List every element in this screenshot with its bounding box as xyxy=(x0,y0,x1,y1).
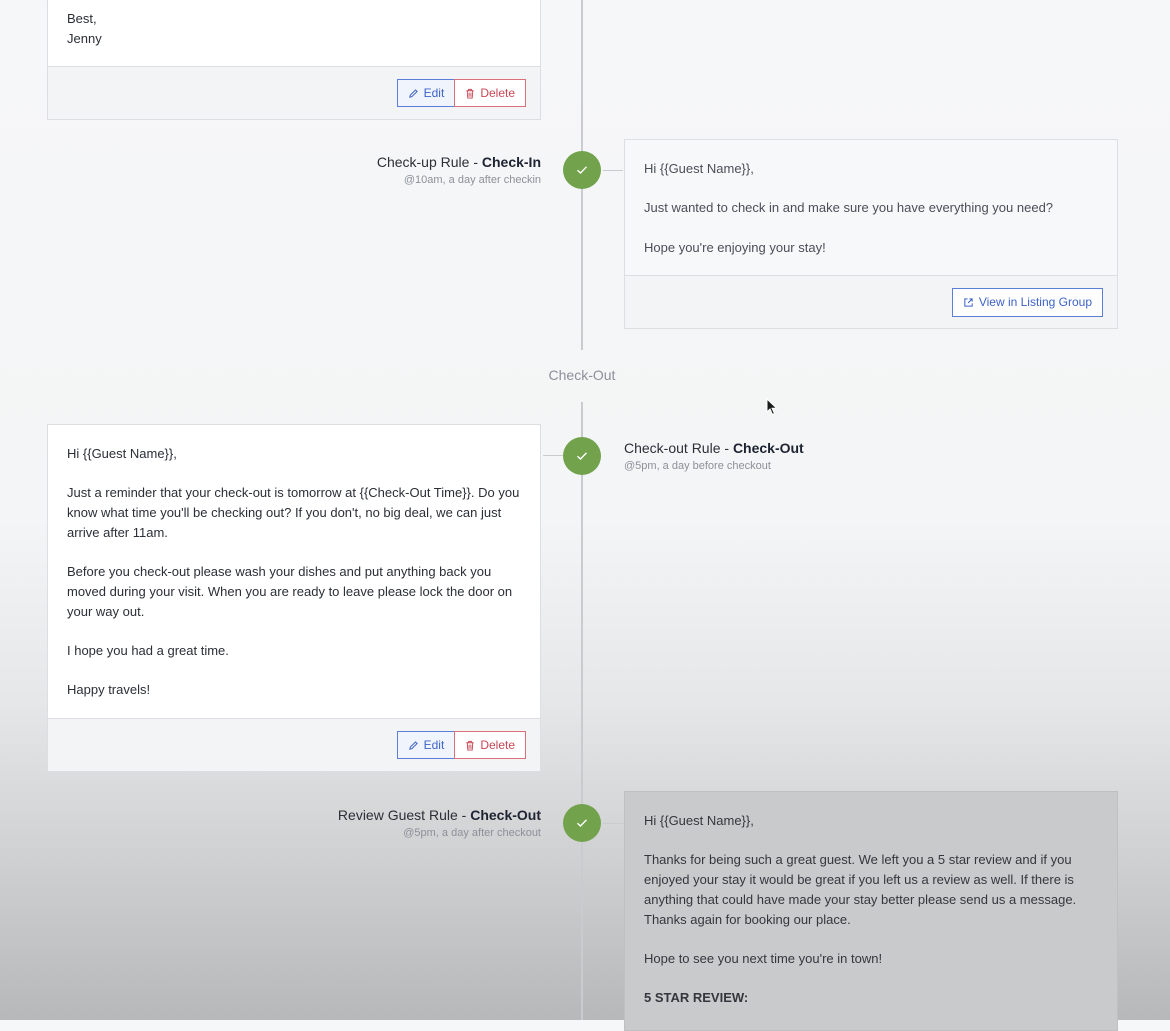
trash-icon xyxy=(465,740,475,751)
timeline-node-checkup xyxy=(563,151,601,189)
check-icon xyxy=(576,815,588,831)
message-paragraph: Hi {{Guest Name}}, xyxy=(67,446,177,461)
edit-label: Edit xyxy=(423,86,445,100)
delete-button[interactable]: Delete xyxy=(454,79,526,107)
message-card-checkout: Hi {{Guest Name}}, Just a reminder that … xyxy=(47,424,541,772)
rule-schedule: @10am, a day after checkin xyxy=(403,174,541,186)
check-icon xyxy=(576,448,588,464)
timeline-node-review xyxy=(563,804,601,842)
card-line: Best, xyxy=(67,11,97,26)
rule-event: Check-Out xyxy=(732,440,804,456)
rule-label-checkout: Check-out Rule - Check-Out @5pm, a day b… xyxy=(624,440,804,472)
timeline-node-checkout xyxy=(563,437,601,475)
rule-name: Check-out Rule - xyxy=(624,440,733,456)
rule-name: Review Guest Rule - xyxy=(337,807,471,823)
external-link-icon xyxy=(963,297,974,308)
delete-label: Delete xyxy=(480,86,515,100)
message-paragraph: Thanks for being such a great guest. We … xyxy=(644,852,1077,927)
message-card-checkup: Hi {{Guest Name}}, Just wanted to check … xyxy=(624,139,1118,329)
message-card-top: Best, Jenny Edit Delete xyxy=(47,0,541,120)
card-footer: Edit Delete xyxy=(48,718,540,771)
timeline-line-lower xyxy=(581,402,583,1020)
rule-event: Check-Out xyxy=(470,807,541,823)
delete-label: Delete xyxy=(480,738,515,752)
trash-icon xyxy=(465,88,475,99)
rule-label-checkup: Check-up Rule - Check-In @10am, a day af… xyxy=(377,154,541,186)
connector-line xyxy=(603,823,623,824)
edit-button[interactable]: Edit xyxy=(396,79,456,107)
card-footer: View in Listing Group xyxy=(625,275,1117,328)
rule-schedule: @5pm, a day after checkout xyxy=(403,827,541,839)
message-paragraph: I hope you had a great time. xyxy=(67,642,229,658)
rule-label-review: Review Guest Rule - Check-Out @5pm, a da… xyxy=(338,807,541,839)
view-in-listing-group-button[interactable]: View in Listing Group xyxy=(951,287,1103,317)
message-card-review: Hi {{Guest Name}}, Thanks for being such… xyxy=(624,791,1118,1031)
message-paragraph: Hope you're enjoying your stay! xyxy=(644,239,826,255)
connector-line xyxy=(543,455,563,456)
message-paragraph: Happy travels! xyxy=(67,682,151,698)
rule-schedule: @5pm, a day before checkout xyxy=(624,460,771,472)
message-paragraph: Just wanted to check in and make sure yo… xyxy=(644,200,1054,216)
view-label: View in Listing Group xyxy=(978,295,1092,309)
review-heading: 5 STAR REVIEW: xyxy=(644,990,749,1006)
edit-label: Edit xyxy=(423,738,445,752)
rule-event: Check-In xyxy=(481,154,541,170)
message-paragraph: Before you check-out please wash your di… xyxy=(67,564,513,619)
mouse-cursor-icon xyxy=(766,397,778,421)
message-paragraph: Hi {{Guest Name}}, xyxy=(644,161,754,176)
card-line: Jenny xyxy=(67,30,102,46)
message-paragraph: Hope to see you next time you're in town… xyxy=(644,950,883,966)
check-icon xyxy=(576,162,588,178)
rule-name: Check-up Rule - xyxy=(376,154,482,170)
message-paragraph: Hi {{Guest Name}}, xyxy=(644,813,754,828)
delete-button[interactable]: Delete xyxy=(454,731,526,759)
message-paragraph: Just a reminder that your check-out is t… xyxy=(67,485,520,540)
pencil-icon xyxy=(408,740,419,751)
checkout-divider-label: Check-Out xyxy=(548,367,616,383)
edit-button[interactable]: Edit xyxy=(396,731,456,759)
pencil-icon xyxy=(408,88,419,99)
connector-line xyxy=(603,170,623,171)
card-footer: Edit Delete xyxy=(48,66,540,119)
